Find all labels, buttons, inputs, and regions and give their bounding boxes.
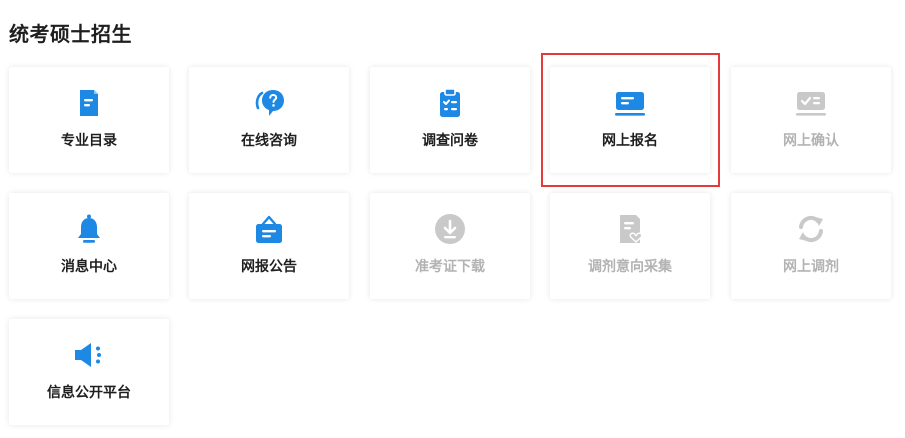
tile-label: 准考证下载 — [415, 259, 485, 275]
tile-message-center[interactable]: 消息中心 — [9, 193, 169, 299]
registration-monitor-icon — [614, 87, 646, 119]
confirm-monitor-icon — [795, 87, 827, 119]
notice-board-icon — [253, 213, 285, 245]
document-heart-icon — [614, 213, 646, 245]
tile-information-disclosure-platform[interactable]: 信息公开平台 — [9, 319, 169, 425]
tile-online-consultation[interactable]: 在线咨询 — [189, 67, 349, 173]
tile-label: 专业目录 — [61, 133, 117, 149]
tile-label: 网上确认 — [783, 133, 839, 149]
speaker-icon — [73, 339, 105, 371]
tile-label: 在线咨询 — [241, 133, 297, 149]
tile-label: 调查问卷 — [422, 133, 478, 149]
tile-label: 消息中心 — [61, 259, 117, 275]
tile-program-catalog[interactable]: 专业目录 — [9, 67, 169, 173]
section-title: 统考硕士招生 — [9, 22, 132, 46]
tile-label: 网上调剂 — [783, 259, 839, 275]
tile-online-confirmation: 网上确认 — [731, 67, 891, 173]
tile-survey[interactable]: 调查问卷 — [370, 67, 530, 173]
tile-label: 调剂意向采集 — [588, 259, 672, 275]
download-circle-icon — [434, 213, 466, 245]
tile-registration-notice[interactable]: 网报公告 — [189, 193, 349, 299]
clipboard-checklist-icon — [434, 87, 466, 119]
tile-online-registration[interactable]: 网上报名 — [550, 67, 710, 173]
tile-label: 网报公告 — [241, 259, 297, 275]
tile-adjustment-intent-collection: 调剂意向采集 — [550, 193, 710, 299]
tile-label: 网上报名 — [602, 133, 658, 149]
refresh-arrows-icon — [795, 213, 827, 245]
tile-label: 信息公开平台 — [47, 385, 131, 401]
bell-icon — [73, 213, 105, 245]
tile-admission-ticket-download: 准考证下载 — [370, 193, 530, 299]
question-chat-icon — [253, 87, 285, 119]
tile-online-adjustment: 网上调剂 — [731, 193, 891, 299]
catalog-document-icon — [73, 87, 105, 119]
